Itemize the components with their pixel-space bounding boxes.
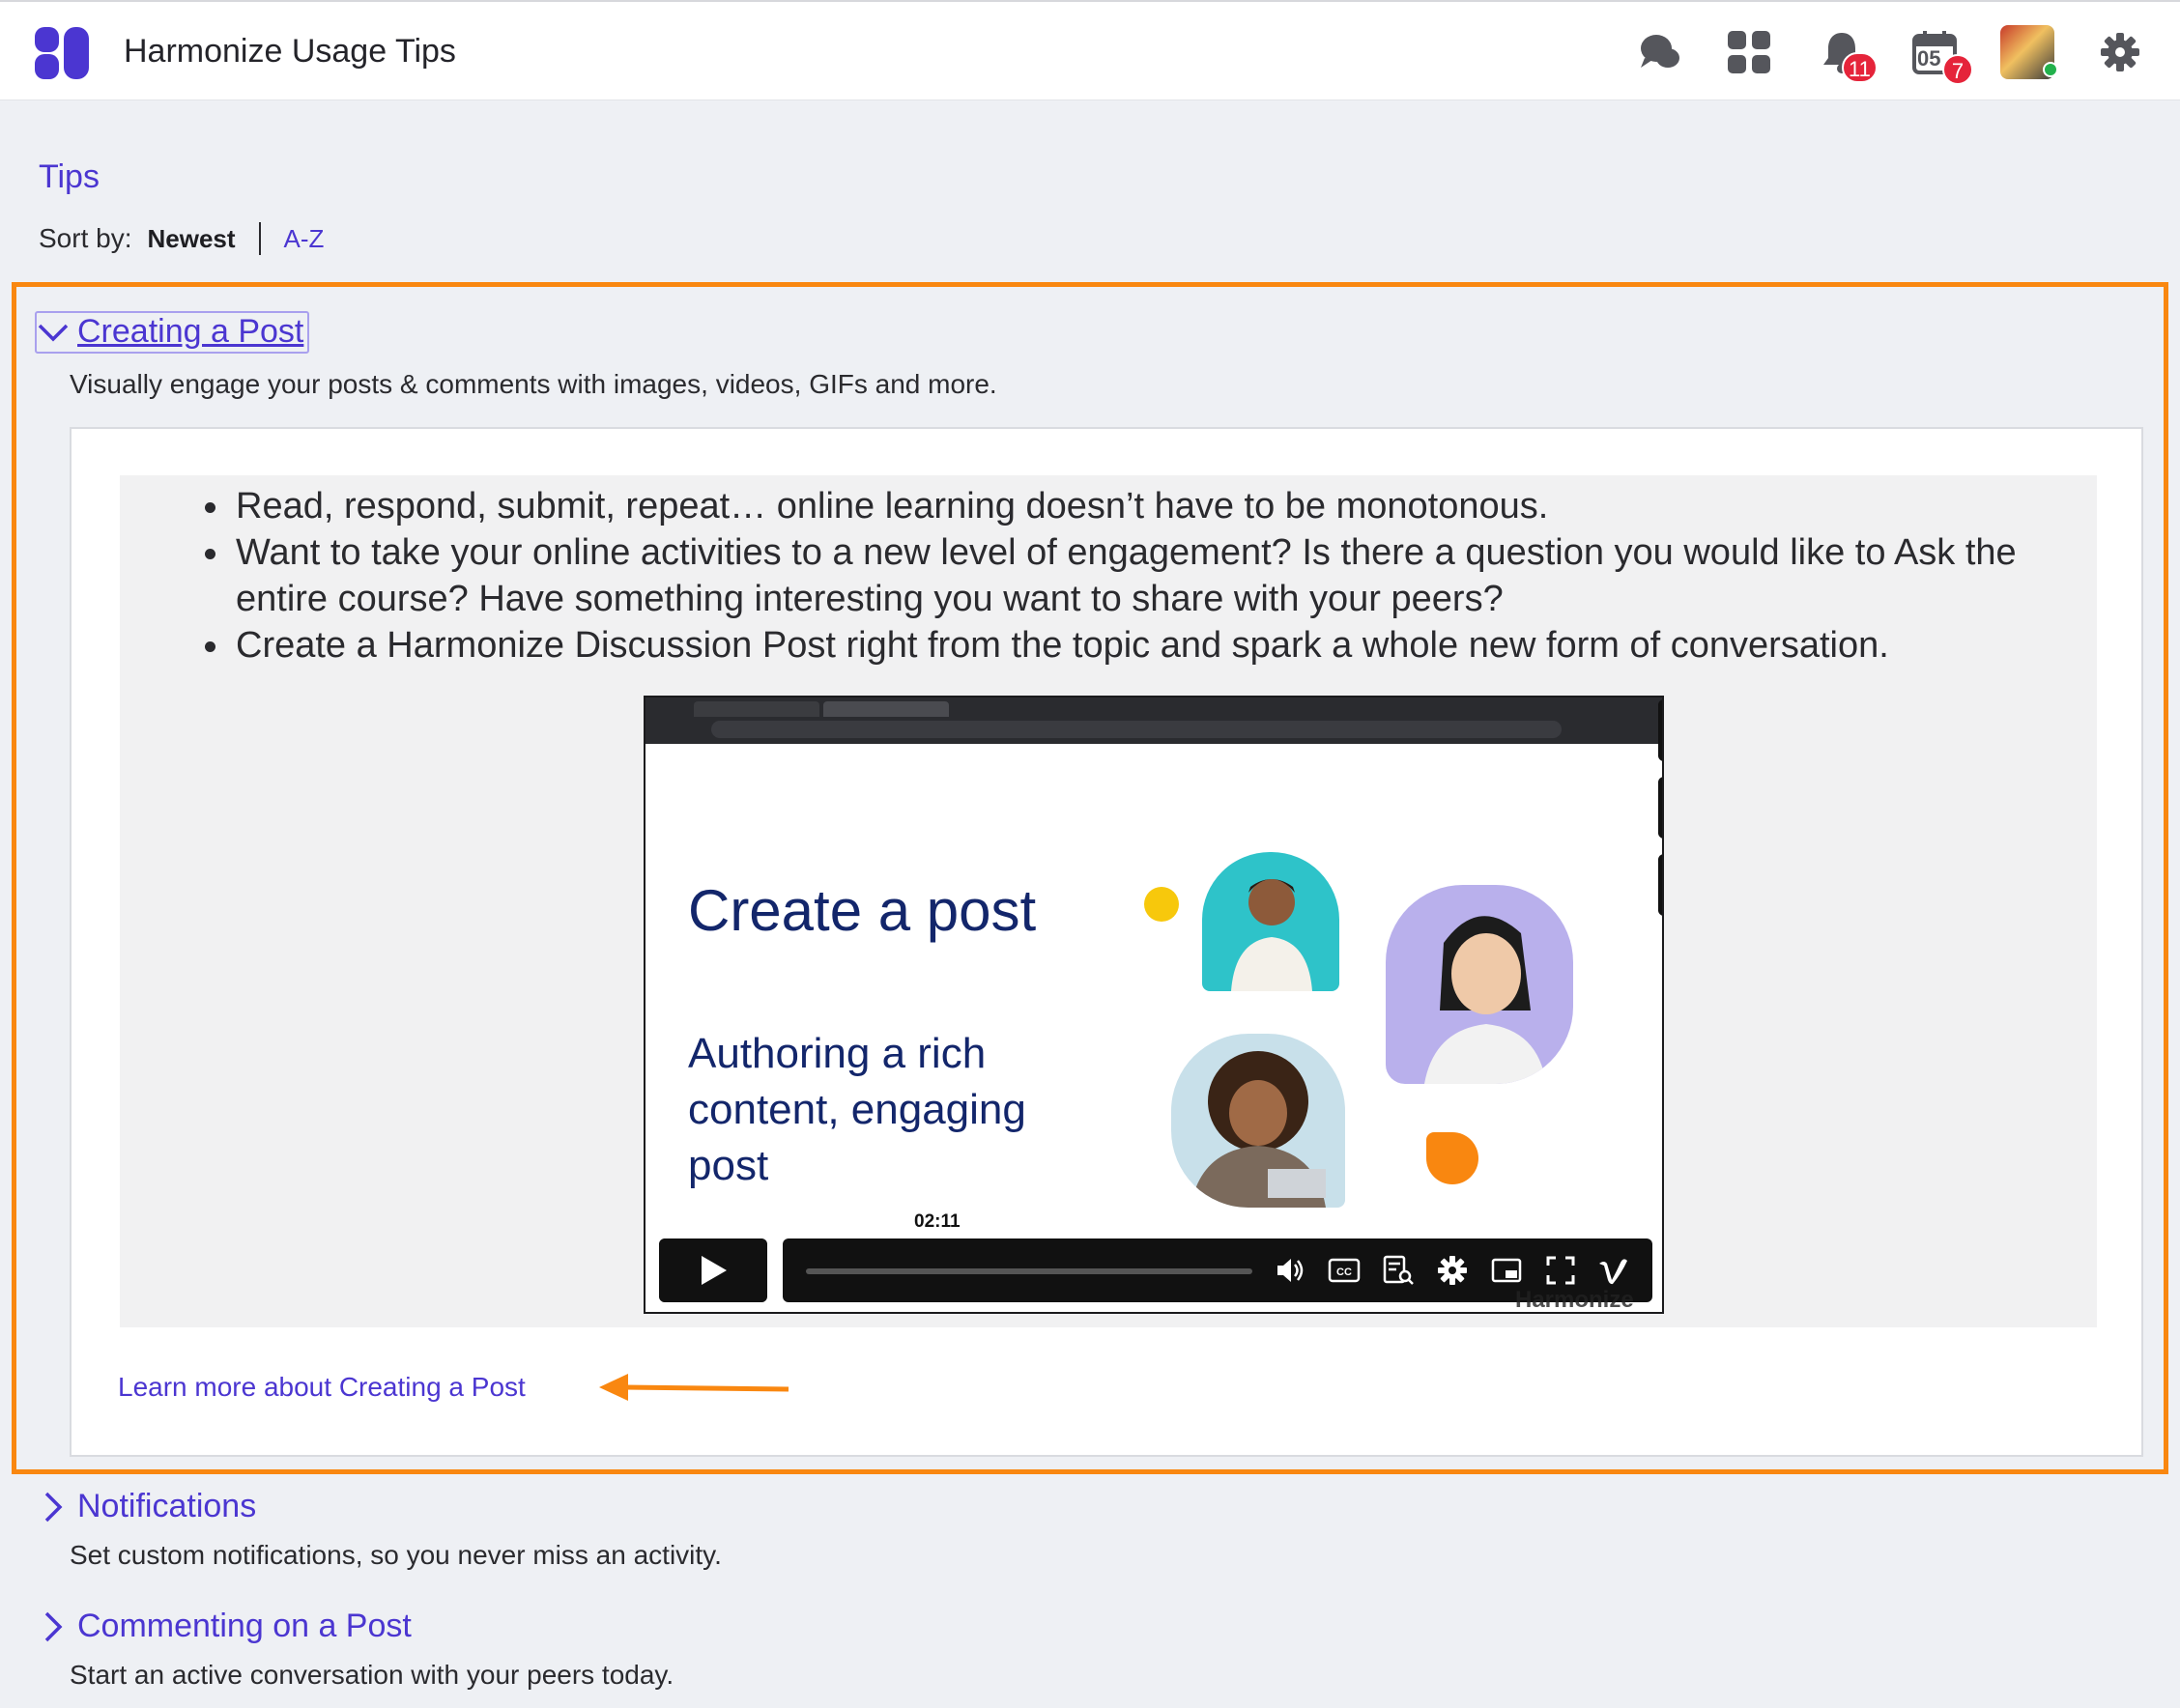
section-description: Set custom notifications, so you never m…: [70, 1540, 722, 1570]
chat-bubbles-icon[interactable]: [1637, 29, 1683, 75]
section-title[interactable]: Notifications: [77, 1488, 256, 1525]
calendar-badge: 7: [1942, 54, 1973, 85]
sort-az-option[interactable]: A-Z: [284, 224, 325, 254]
settings-gear-icon[interactable]: [2097, 29, 2143, 75]
sort-newest-option[interactable]: Newest: [147, 224, 235, 254]
notifications-badge: 11: [1842, 52, 1878, 83]
apps-grid-icon[interactable]: [1726, 29, 1772, 75]
section-header-commenting-on-a-post[interactable]: Commenting on a Post: [37, 1608, 412, 1645]
online-status-indicator: [2043, 62, 2058, 77]
app-title: Harmonize Usage Tips: [124, 33, 456, 70]
top-header: Harmonize Usage Tips 11 05 7: [0, 0, 2180, 100]
chevron-right-icon: [44, 1611, 63, 1641]
sort-label: Sort by:: [39, 223, 132, 253]
section-title[interactable]: Commenting on a Post: [77, 1608, 412, 1645]
section-description: Start an active conversation with your p…: [70, 1660, 674, 1690]
sort-controls: Sort by: Newest A-Z: [39, 222, 324, 255]
page-title: Tips: [39, 158, 100, 195]
section-header-notifications[interactable]: Notifications: [37, 1488, 256, 1525]
harmonize-logo-icon[interactable]: [35, 27, 89, 79]
chevron-right-icon: [44, 1492, 63, 1522]
highlight-annotation-box: [12, 282, 2168, 1474]
sort-separator: [258, 222, 261, 255]
calendar-date: 05: [1917, 46, 1941, 71]
